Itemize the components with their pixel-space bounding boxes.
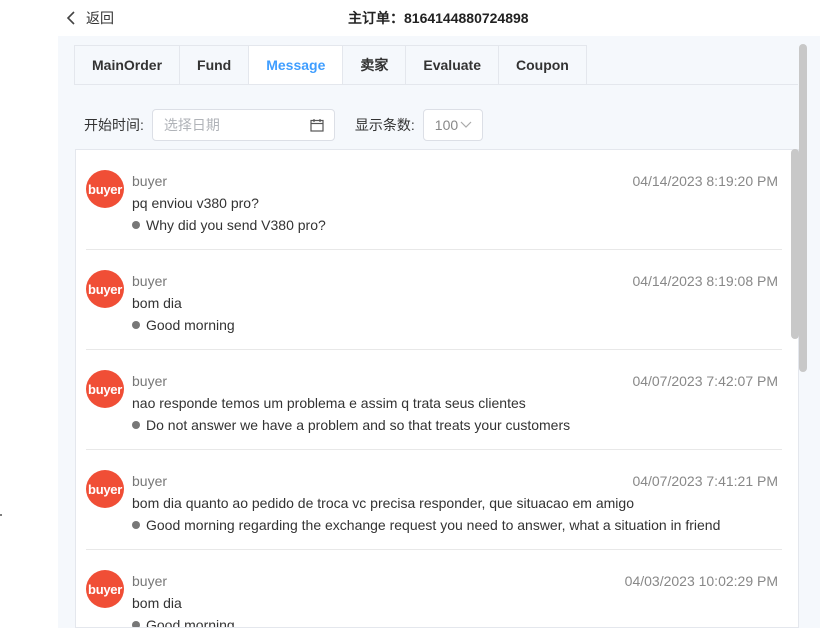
message-time: 04/07/2023 7:42:07 PM [632, 373, 778, 389]
avatar: buyer [86, 170, 124, 208]
chevron-down-icon [460, 121, 472, 128]
message-item: buyer buyer 04/07/2023 7:41:21 PM bom di… [86, 450, 782, 550]
message-original: pq enviou v380 pro? [132, 195, 259, 211]
message-time: 04/03/2023 10:02:29 PM [624, 573, 778, 589]
tab-message[interactable]: Message [249, 45, 344, 85]
message-item: buyer buyer 04/14/2023 8:19:08 PM bom di… [86, 250, 782, 350]
message-list-scrollbar[interactable] [791, 149, 799, 339]
message-original: bom dia quanto ao pedido de troca vc pre… [132, 495, 634, 511]
tab-coupon[interactable]: Coupon [498, 45, 587, 85]
message-translation: Good morning [132, 317, 235, 333]
avatar: buyer [86, 370, 124, 408]
message-translation: Good morning regarding the exchange requ… [132, 517, 720, 533]
count-select[interactable]: 100 [422, 109, 483, 141]
message-item: buyer buyer 04/07/2023 7:42:07 PM nao re… [86, 350, 782, 450]
tab-divider [74, 84, 798, 85]
count-value: 100 [434, 117, 459, 133]
date-placeholder: 选择日期 [163, 117, 220, 133]
message-item: buyer buyer 04/14/2023 8:19:20 PM pq env… [86, 150, 782, 250]
dot-icon [132, 321, 140, 329]
avatar: buyer [86, 570, 124, 608]
tab-seller[interactable]: 卖家 [343, 45, 407, 85]
translation-text: Good morning [146, 317, 235, 333]
message-sender: buyer [132, 273, 168, 289]
dot-icon [132, 421, 140, 429]
message-sender: buyer [132, 473, 168, 489]
message-original: bom dia [132, 595, 182, 611]
page-header: 返回 主订单：8164144880724898 [58, 0, 820, 36]
date-picker[interactable]: 选择日期 [151, 109, 335, 141]
order-title: 主订单：8164144880724898 [348, 10, 529, 26]
message-time: 04/07/2023 7:41:21 PM [632, 473, 778, 489]
message-sender: buyer [132, 573, 168, 589]
dot-icon [132, 621, 140, 627]
message-translation: Do not answer we have a problem and so t… [132, 417, 570, 433]
tab-evaluate[interactable]: Evaluate [406, 45, 499, 85]
order-panel: MainOrder Fund Message 卖家 Evaluate Coupo… [58, 36, 820, 628]
message-sender: buyer [132, 373, 168, 389]
message-original: nao responde temos um problema e assim q… [132, 395, 526, 411]
back-label: 返回 [86, 10, 114, 26]
translation-text: Good morning regarding the exchange requ… [146, 517, 721, 533]
avatar: buyer [86, 470, 124, 508]
translation-text: Do not answer we have a problem and so t… [146, 417, 571, 433]
message-translation: Why did you send V380 pro? [132, 217, 326, 233]
message-time: 04/14/2023 8:19:08 PM [632, 273, 778, 289]
filter-bar: 开始时间: 选择日期 显示条数: 100 [84, 109, 483, 141]
count-label: 显示条数: [354, 117, 415, 133]
dot-icon [132, 521, 140, 529]
panel-scrollbar[interactable] [799, 44, 807, 372]
back-button[interactable]: 返回 [64, 8, 114, 28]
avatar: buyer [86, 270, 124, 308]
message-sender: buyer [132, 173, 168, 189]
message-list[interactable]: buyer buyer 04/14/2023 8:19:20 PM pq env… [75, 149, 799, 628]
translation-text: Good morning [146, 617, 235, 628]
message-time: 04/14/2023 8:19:20 PM [632, 173, 778, 189]
calendar-icon [310, 119, 324, 132]
tab-fund[interactable]: Fund [180, 45, 250, 85]
chevron-left-icon [66, 11, 75, 25]
translation-text: Why did you send V380 pro? [146, 217, 326, 233]
order-detail-page: 返回 主订单：8164144880724898 MainOrder Fund M… [0, 0, 820, 628]
message-original: bom dia [132, 295, 182, 311]
start-time-label: 开始时间: [84, 117, 144, 133]
message-translation: Good morning [132, 617, 235, 628]
dot-icon [132, 221, 140, 229]
tab-mainorder[interactable]: MainOrder [74, 45, 181, 85]
message-item: buyer buyer 04/03/2023 10:02:29 PM bom d… [86, 550, 782, 628]
tab-bar: MainOrder Fund Message 卖家 Evaluate Coupo… [74, 45, 587, 85]
divider-dot [0, 514, 2, 516]
